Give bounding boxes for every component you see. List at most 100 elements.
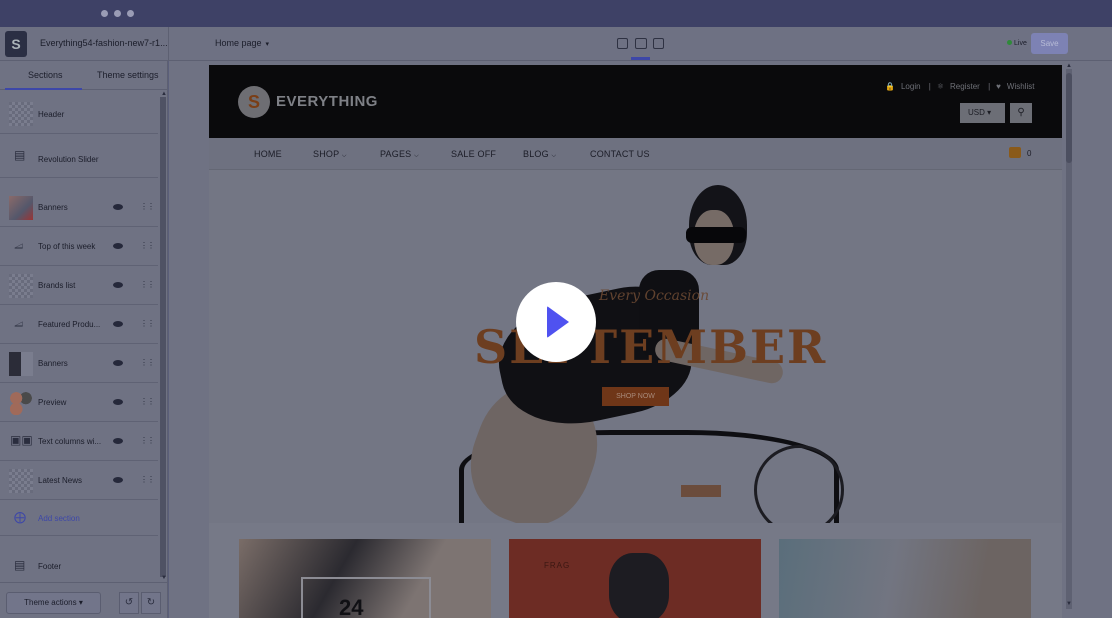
banner-1[interactable]: 24 (239, 539, 491, 618)
nav-label: SHOP (313, 149, 340, 159)
sidebar-footer: Theme actions ▾ ↺ ↻ (0, 582, 168, 618)
divider (168, 27, 169, 61)
drag-handle-icon[interactable]: ⋮⋮ (140, 202, 155, 211)
scroll-down-icon[interactable]: ▼ (1066, 601, 1072, 607)
banner-text: 24 (339, 595, 364, 618)
login-link[interactable]: Login (901, 82, 921, 91)
play-button[interactable] (516, 282, 596, 362)
nav-sale-off[interactable]: SALE OFF (451, 149, 496, 159)
section-item-banners[interactable]: Banners ⋮⋮ (0, 188, 158, 227)
undo-icon[interactable]: ↺ (119, 592, 139, 614)
banner-3[interactable] (779, 539, 1031, 618)
redo-icon[interactable]: ↻ (141, 592, 161, 614)
section-item-brands-list[interactable]: Brands list ⋮⋮ (0, 266, 158, 305)
search-icon[interactable]: ⚲ (1010, 103, 1032, 123)
drag-handle-icon[interactable]: ⋮⋮ (140, 280, 155, 289)
placeholder-thumbnail (9, 102, 33, 126)
banner-2[interactable]: FRAG (509, 539, 761, 618)
lock-icon: 🔒 (885, 82, 895, 91)
nav-pages[interactable]: PAGES ⌵ (380, 149, 419, 160)
window-titlebar (0, 0, 1112, 27)
key-icon: ⚛ (936, 82, 945, 91)
eye-icon[interactable] (113, 360, 123, 366)
save-button[interactable]: Save (1031, 33, 1068, 54)
banner-model (609, 553, 669, 618)
nav-home[interactable]: HOME (254, 149, 282, 159)
brand-name[interactable]: EVERYTHING (276, 93, 378, 110)
section-item-banners[interactable]: Banners ⋮⋮ (0, 344, 158, 383)
drag-handle-icon[interactable]: ⋮⋮ (140, 241, 155, 250)
section-label: Latest News (38, 476, 83, 485)
nav-shop[interactable]: SHOP ⌵ (313, 149, 347, 160)
scroll-down-icon[interactable]: ▼ (161, 575, 167, 581)
drag-handle-icon[interactable]: ⋮⋮ (140, 475, 155, 484)
tab-theme-settings[interactable]: Theme settings (97, 70, 159, 80)
eye-icon[interactable] (113, 399, 123, 405)
theme-actions-dropdown[interactable]: Theme actions ▾ (6, 592, 101, 614)
cart-count: 0 (1027, 149, 1032, 158)
preview-scroll-thumb[interactable] (1066, 73, 1072, 163)
eye-icon[interactable] (113, 477, 123, 483)
banners-thumbnail (9, 352, 33, 376)
chevron-down-icon: ▾ (265, 41, 270, 48)
window-dot (127, 10, 134, 17)
add-section-label: Add section (38, 514, 80, 523)
eye-icon[interactable] (113, 438, 123, 444)
drag-handle-icon[interactable]: ⋮⋮ (140, 436, 155, 445)
store-nav: HOME SHOP ⌵ PAGES ⌵ SALE OFF BLOG ⌵ CONT… (209, 138, 1062, 170)
add-section-icon: ⨁ (14, 510, 26, 524)
eye-icon[interactable] (113, 204, 123, 210)
tag-icon: ⧡ (14, 238, 24, 252)
nav-label: PAGES (380, 149, 412, 159)
section-item-revolution-slider[interactable]: ▤ Revolution Slider (0, 134, 158, 178)
editor-topbar: S Everything54-fashion-new7-r1... Home p… (0, 27, 1112, 61)
section-item-latest-news[interactable]: Latest News ⋮⋮ (0, 461, 158, 500)
tag-icon: ⧡ (14, 316, 24, 330)
desktop-view-icon[interactable] (635, 38, 647, 49)
section-item-footer[interactable]: ▤ Footer (0, 546, 158, 584)
eye-icon[interactable] (113, 282, 123, 288)
eye-icon[interactable] (113, 321, 123, 327)
section-item-featured-products[interactable]: ⧡ Featured Produ... ⋮⋮ (0, 305, 158, 344)
section-label: Banners (38, 359, 68, 368)
mobile-view-icon[interactable] (617, 38, 628, 49)
nav-blog[interactable]: BLOG ⌵ (523, 149, 556, 160)
page-selector-label: Home page (215, 38, 262, 48)
cart-icon[interactable] (1009, 147, 1021, 158)
store-header: S EVERYTHING 🔒 Login | ⚛ Register | ♥ Wishlis… (209, 65, 1062, 138)
footer-icon: ▤ (14, 558, 26, 572)
add-section-button[interactable]: ⨁ Add section (0, 500, 158, 536)
sidebar-scrollbar[interactable] (160, 97, 166, 577)
eye-icon[interactable] (113, 243, 123, 249)
sidebar-tabs: Sections Theme settings (0, 61, 168, 90)
section-label: Footer (38, 562, 62, 571)
window-dot (114, 10, 121, 17)
bicycle-bag (681, 485, 721, 497)
section-item-preview[interactable]: Preview ⋮⋮ (0, 383, 158, 422)
fullscreen-view-icon[interactable] (653, 38, 664, 49)
section-label: Preview (38, 398, 67, 407)
section-item-top-of-this-week[interactable]: ⧡ Top of this week ⋮⋮ (0, 227, 158, 266)
nav-label: BLOG (523, 149, 549, 159)
slider-icon: ▤ (14, 148, 26, 162)
currency-label: USD (968, 108, 985, 117)
section-label: Banners (38, 203, 68, 212)
theme-name[interactable]: Everything54-fashion-new7-r1... (40, 38, 168, 48)
section-item-text-columns[interactable]: ▣▣ Text columns wi... ⋮⋮ (0, 422, 158, 461)
drag-handle-icon[interactable]: ⋮⋮ (140, 397, 155, 406)
shop-now-button[interactable]: SHOP NOW (602, 387, 669, 406)
currency-selector[interactable]: USD ▾ (960, 103, 1005, 123)
drag-handle-icon[interactable]: ⋮⋮ (140, 358, 155, 367)
drag-handle-icon[interactable]: ⋮⋮ (140, 319, 155, 328)
shopify-logo-icon[interactable]: S (5, 31, 27, 57)
register-link[interactable]: Register (950, 82, 980, 91)
page-selector[interactable]: Home page ▾ (215, 38, 269, 48)
tab-sections[interactable]: Sections (28, 70, 63, 80)
brand-logo-icon[interactable]: S (238, 86, 270, 118)
live-dot-icon (1007, 40, 1012, 45)
placeholder-thumbnail (9, 274, 33, 298)
section-label: Brands list (38, 281, 76, 290)
nav-contact-us[interactable]: CONTACT US (590, 149, 650, 159)
wishlist-link[interactable]: Wishlist (1007, 82, 1035, 91)
section-item-header[interactable]: Header (0, 94, 158, 134)
